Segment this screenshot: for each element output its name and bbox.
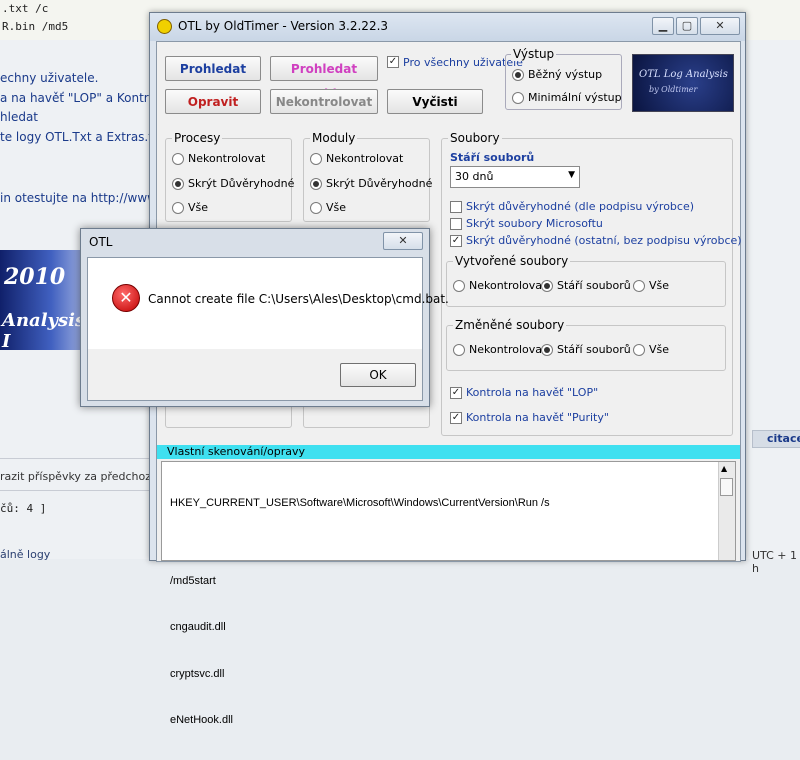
code-line: .txt /c bbox=[2, 2, 49, 15]
zmenene-option-label: Vše bbox=[649, 343, 670, 356]
purity-checkbox[interactable]: ✓ bbox=[450, 412, 462, 424]
skryt-duveryhodne-ostatni-checkbox[interactable]: ✓ bbox=[450, 235, 462, 247]
vytvorene-nekontrolovat-radio[interactable] bbox=[453, 280, 465, 292]
forum-text: te logy OTL.Txt a Extras.txt bbox=[0, 130, 165, 144]
vytvorene-group: Vytvořené soubory Nekontrolovat Stáří so… bbox=[446, 254, 726, 307]
check-label: Skrýt soubory Microsoftu bbox=[466, 217, 603, 230]
stari-souboru-label: Stáří souborů bbox=[450, 151, 535, 164]
skryt-duveryhodne-podpis-checkbox[interactable] bbox=[450, 201, 462, 213]
purity-label: Kontrola na havěť "Purity" bbox=[466, 411, 609, 424]
divider bbox=[0, 490, 160, 491]
prohledat-rychle-button[interactable]: Prohledat rychle bbox=[270, 56, 378, 101]
all-users-checkbox[interactable]: ✓ bbox=[387, 56, 399, 68]
procesy-skryt-radio[interactable] bbox=[172, 178, 184, 190]
otl-banner-image: 2010 Analysis I bbox=[0, 250, 85, 352]
forum-text: a na havěť "LOP" a Kontrola bbox=[0, 91, 167, 105]
zmenene-group: Změněné soubory Nekontrolovat Stáří soub… bbox=[446, 318, 726, 371]
vytvorene-option-label: Nekontrolovat bbox=[469, 279, 547, 292]
soubory-group: Soubory Stáří souborů 30 dnů ▼ Skrýt dův… bbox=[441, 131, 742, 436]
procesy-nekontrolovat-radio[interactable] bbox=[172, 153, 184, 165]
dialog-client-area: ✕ Cannot create file C:\Users\Ales\Deskt… bbox=[87, 257, 449, 401]
vytvorene-option-label: Stáří souborů bbox=[557, 279, 631, 292]
forum-text: hledat bbox=[0, 110, 38, 124]
otl-app-icon bbox=[157, 19, 172, 34]
moduly-option-label: Skrýt Důvěryhodné bbox=[326, 177, 433, 190]
window-title: OTL by OldTimer - Version 3.2.22.3 bbox=[178, 19, 389, 33]
vystup-minimalni-label: Minimální výstup bbox=[528, 91, 622, 104]
zmenene-vse-radio[interactable] bbox=[633, 344, 645, 356]
procesy-vse-radio[interactable] bbox=[172, 202, 184, 214]
chevron-down-icon: ▼ bbox=[568, 170, 575, 180]
check-label: Skrýt důvěryhodné (ostatní, bez podpisu … bbox=[466, 234, 742, 247]
close-icon[interactable]: ✕ bbox=[383, 232, 423, 250]
close-icon[interactable]: ✕ bbox=[700, 17, 740, 35]
procesy-label: Procesy bbox=[172, 131, 223, 145]
custom-scan-textarea[interactable]: HKEY_CURRENT_USER\Software\Microsoft\Win… bbox=[161, 461, 736, 726]
scroll-up-icon[interactable]: ▲ bbox=[721, 464, 727, 473]
minimize-icon[interactable]: ▁ bbox=[652, 17, 674, 35]
custom-scan-header: Vlastní skenování/opravy bbox=[157, 445, 740, 459]
otl-logo: OTL Log Analysis by Oldtimer bbox=[632, 54, 734, 112]
skryt-microsoft-checkbox[interactable] bbox=[450, 218, 462, 230]
scrollbar[interactable]: ▲ bbox=[718, 462, 735, 560]
procesy-option-label: Vše bbox=[188, 201, 209, 214]
error-icon: ✕ bbox=[112, 284, 140, 312]
stari-souboru-select[interactable]: 30 dnů ▼ bbox=[450, 166, 580, 188]
forum-text: razit příspěvky za předchozí: bbox=[0, 470, 158, 483]
zmenene-label: Změněné soubory bbox=[453, 318, 567, 332]
code-line: R.bin /md5 bbox=[2, 20, 69, 33]
vytvorene-stari-radio[interactable] bbox=[541, 280, 553, 292]
scrollbar-thumb[interactable] bbox=[720, 478, 733, 496]
forum-text: in otestujte na http://www. bbox=[0, 191, 160, 205]
opravit-button[interactable]: Opravit bbox=[165, 89, 261, 114]
dialog-title: OTL bbox=[89, 235, 113, 249]
zmenene-nekontrolovat-radio[interactable] bbox=[453, 344, 465, 356]
moduly-vse-radio[interactable] bbox=[310, 202, 322, 214]
procesy-group: Procesy Nekontrolovat Skrýt Důvěryhodné … bbox=[165, 131, 295, 222]
procesy-option-label: Nekontrolovat bbox=[188, 152, 266, 165]
lop-checkbox[interactable]: ✓ bbox=[450, 387, 462, 399]
moduly-group: Moduly Nekontrolovat Skrýt Důvěryhodné V… bbox=[303, 131, 433, 222]
forum-text: echny uživatele. bbox=[0, 71, 99, 85]
moduly-nekontrolovat-radio[interactable] bbox=[310, 153, 322, 165]
moduly-option-label: Vše bbox=[326, 201, 347, 214]
moduly-label: Moduly bbox=[310, 131, 358, 145]
divider bbox=[0, 458, 160, 459]
check-label: Skrýt důvěryhodné (dle podpisu výrobce) bbox=[466, 200, 695, 213]
forum-text: UTC + 1 h bbox=[752, 549, 798, 575]
vytvorene-label: Vytvořené soubory bbox=[453, 254, 571, 268]
vystup-label: Výstup bbox=[511, 47, 557, 61]
zmenene-option-label: Nekontrolovat bbox=[469, 343, 547, 356]
otl-title-bar[interactable]: OTL by OldTimer - Version 3.2.22.3 ▁ ▢ ✕ bbox=[150, 13, 745, 41]
ok-button[interactable]: OK bbox=[340, 363, 416, 387]
error-dialog: OTL ✕ ✕ Cannot create file C:\Users\Ales… bbox=[80, 228, 449, 407]
forum-text: álně logy bbox=[0, 548, 51, 561]
zmenene-option-label: Stáří souborů bbox=[557, 343, 631, 356]
vystup-minimalni-radio[interactable] bbox=[512, 92, 524, 104]
vystup-bezny-label: Běžný výstup bbox=[528, 68, 603, 81]
maximize-icon[interactable]: ▢ bbox=[676, 17, 698, 35]
lop-label: Kontrola na havěť "LOP" bbox=[466, 386, 599, 399]
prohledat-button[interactable]: Prohledat bbox=[165, 56, 261, 81]
error-message: Cannot create file C:\Users\Ales\Desktop… bbox=[148, 292, 449, 306]
custom-scan-text: HKEY_CURRENT_USER\Software\Microsoft\Win… bbox=[170, 497, 550, 726]
procesy-option-label: Skrýt Důvěryhodné bbox=[188, 177, 295, 190]
message-area: ✕ Cannot create file C:\Users\Ales\Deskt… bbox=[88, 258, 449, 349]
soubory-label: Soubory bbox=[448, 131, 502, 145]
forum-text: čů: 4 ] bbox=[0, 502, 47, 515]
moduly-option-label: Nekontrolovat bbox=[326, 152, 404, 165]
nekontrolovat-button[interactable]: Nekontrolovat bbox=[270, 89, 378, 114]
vytvorene-vse-radio[interactable] bbox=[633, 280, 645, 292]
vystup-group: Výstup Běžný výstup Minimální výstup bbox=[505, 47, 622, 110]
moduly-skryt-radio[interactable] bbox=[310, 178, 322, 190]
vycisti-button[interactable]: Vyčisti bbox=[387, 89, 483, 114]
vystup-bezny-radio[interactable] bbox=[512, 69, 524, 81]
zmenene-stari-radio[interactable] bbox=[541, 344, 553, 356]
vytvorene-option-label: Vše bbox=[649, 279, 670, 292]
citace-button[interactable]: citace bbox=[752, 430, 800, 448]
